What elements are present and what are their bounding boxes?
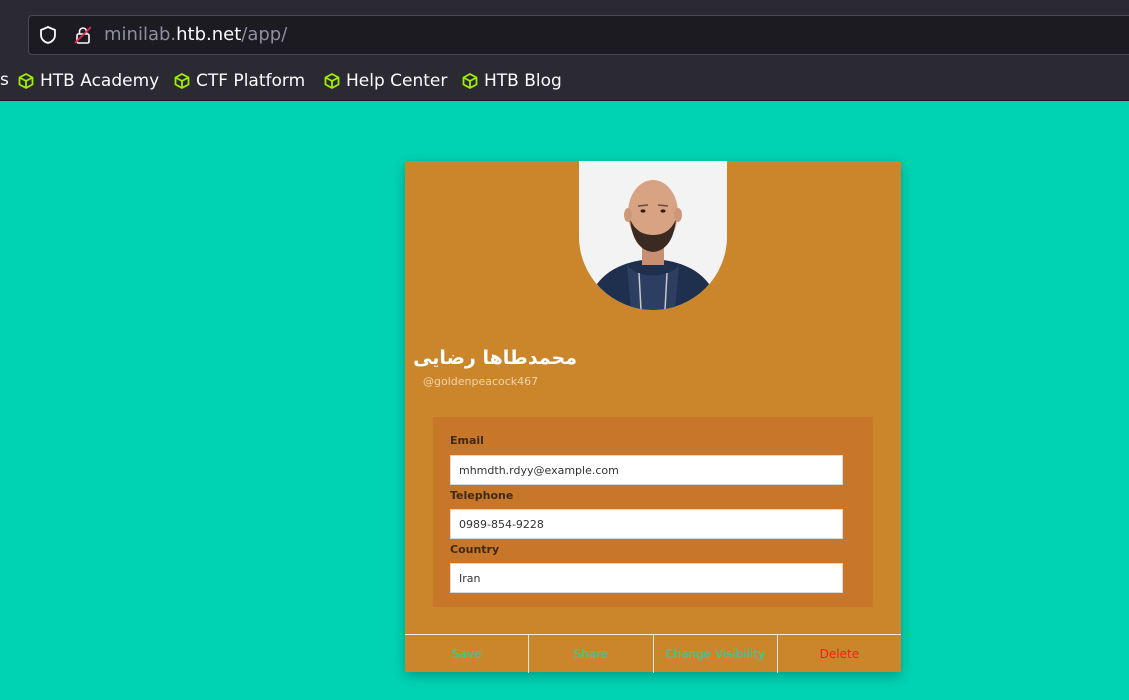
browser-toolbar: minilab.htb.net/app/ (0, 0, 1129, 62)
bookmark-ctf-platform[interactable]: CTF Platform (174, 70, 305, 92)
htb-cube-icon (174, 73, 190, 89)
bookmark-label: HTB Academy (40, 71, 160, 91)
card-actions: Save Share Change Visibility Delete (405, 634, 901, 673)
email-label: Email (450, 434, 484, 447)
bookmarks-toolbar: s HTB Academy CTF Platform Help Center H… (0, 62, 1129, 101)
bookmark-label: HTB Blog (484, 71, 562, 91)
insecure-lock-icon[interactable] (73, 25, 93, 45)
shield-icon[interactable] (38, 25, 58, 45)
bookmark-label: CTF Platform (196, 71, 306, 91)
bookmark-htb-blog[interactable]: HTB Blog (462, 70, 562, 92)
delete-button[interactable]: Delete (778, 635, 901, 673)
telephone-field[interactable] (450, 509, 843, 539)
avatar (579, 161, 727, 310)
save-button[interactable]: Save (405, 635, 530, 673)
url-bar[interactable]: minilab.htb.net/app/ (28, 15, 1129, 55)
bookmark-htb-academy[interactable]: HTB Academy (18, 70, 159, 92)
share-button[interactable]: Share (529, 635, 654, 673)
profile-name: محمدطاها رضایی (413, 347, 577, 369)
change-visibility-button[interactable]: Change Visibility (654, 635, 778, 673)
country-field[interactable] (450, 563, 843, 593)
bookmark-overflow[interactable]: s (0, 70, 9, 90)
htb-cube-icon (462, 73, 478, 89)
country-label: Country (450, 543, 500, 556)
profile-handle: @goldenpeacock467 (423, 375, 539, 388)
bookmark-help-center[interactable]: Help Center (324, 70, 447, 92)
htb-cube-icon (18, 73, 34, 89)
telephone-label: Telephone (450, 489, 514, 502)
htb-cube-icon (324, 73, 340, 89)
profile-card: محمدطاها رضایی @goldenpeacock467 Email T… (405, 161, 901, 673)
profile-fields-panel: Email Telephone Country (433, 417, 873, 607)
email-field[interactable] (450, 455, 843, 485)
person-photo (579, 161, 727, 310)
bookmark-label: Help Center (346, 71, 448, 91)
url-text[interactable]: minilab.htb.net/app/ (104, 24, 287, 45)
